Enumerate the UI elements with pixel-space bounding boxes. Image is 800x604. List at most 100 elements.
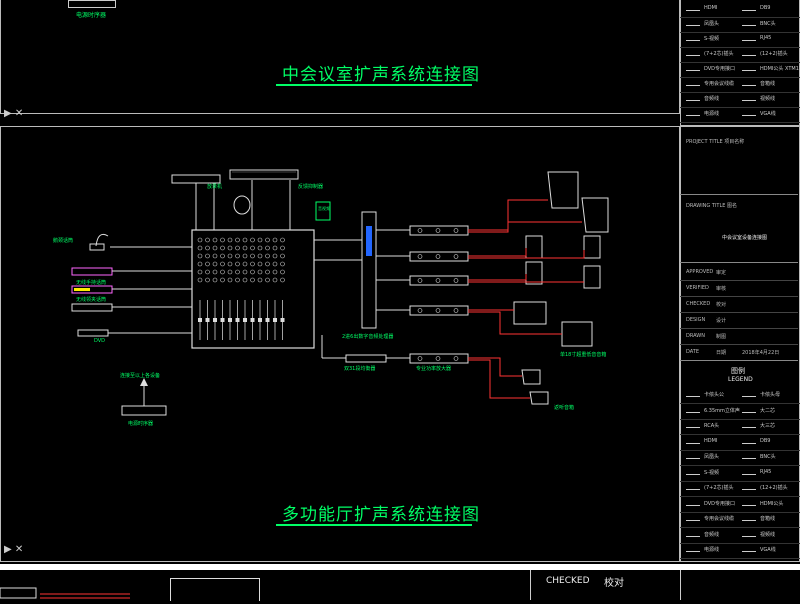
mixer-knob-icon bbox=[227, 269, 233, 275]
title-block-rows: APPROVED 审定 VERIFIED 审核 CHECKED 校对 DESIGN 设计 DRA… bbox=[680, 264, 798, 361]
legend-right-text: (12+2)插头 bbox=[760, 51, 788, 57]
label-feedback: 反馈抑制器 bbox=[298, 184, 324, 190]
amplifier-knob-icon bbox=[417, 254, 423, 259]
headphone-icon bbox=[233, 195, 251, 215]
main-section-title: 多功能厅扩声系统连接图 bbox=[282, 505, 480, 525]
title-block-row: VERIFIED 审核 bbox=[680, 280, 798, 297]
mixer-knob-icon bbox=[205, 261, 210, 267]
mixer-knob-icon bbox=[197, 261, 203, 267]
label-player: 放录机 bbox=[207, 184, 223, 190]
legend-right-text: (12+2)插头 bbox=[760, 485, 788, 491]
mixer-fader-cap bbox=[243, 318, 247, 322]
mixer-fader-cap bbox=[265, 318, 270, 322]
main-speaker-right bbox=[581, 197, 609, 233]
mixer-knob-icon bbox=[235, 245, 240, 251]
title-block-row-zh: 设计 bbox=[716, 318, 727, 324]
mixer-knob-icon bbox=[242, 237, 248, 243]
mixer-knob-icon bbox=[242, 277, 248, 283]
legend-right-text: HDMI公头 bbox=[760, 500, 784, 507]
mixer-knob-icon bbox=[272, 269, 278, 275]
amplifier-knob-icon bbox=[453, 228, 459, 233]
amplifier-knob-icon bbox=[435, 278, 441, 283]
monitor-speaker-1 bbox=[521, 369, 541, 385]
legend-symbol-icon bbox=[742, 437, 756, 444]
label-amplifier: 专业功率放大器 bbox=[416, 366, 452, 372]
power-amplifier bbox=[409, 251, 469, 262]
mixer-knob-icon bbox=[257, 253, 263, 259]
legend-symbol-icon bbox=[742, 4, 756, 11]
mixer-faders bbox=[197, 237, 285, 340]
legend-right-text: BNC头 bbox=[760, 454, 776, 460]
title-block-row: DRAWN 制图 bbox=[680, 328, 798, 345]
mixer-fader-cap bbox=[250, 318, 255, 322]
legend-symbol-icon bbox=[742, 483, 756, 490]
mixer-console bbox=[191, 229, 315, 349]
power-sequencer bbox=[121, 405, 167, 416]
legend-symbol-icon bbox=[686, 79, 700, 86]
legend-symbol-icon bbox=[742, 530, 756, 537]
label-processor: 2进6出数字音频处理器 bbox=[342, 334, 394, 340]
mixer-knob-icon bbox=[280, 245, 285, 251]
legend-right-text: DB9 bbox=[760, 5, 771, 11]
mixer-knob-icon bbox=[197, 245, 203, 251]
legend-symbol-icon bbox=[742, 79, 756, 86]
title-block-row: DESIGN 设计 bbox=[680, 312, 798, 329]
legend-left-text: RCA头 bbox=[704, 423, 720, 429]
legend-right-text: 卡侬头母 bbox=[760, 392, 781, 398]
legend-left-text: 专用会议线缆 bbox=[704, 81, 735, 87]
title-block-row-zh: 日期 bbox=[716, 350, 727, 356]
legend-symbol-icon bbox=[686, 530, 700, 537]
legend-right-text: DB9 bbox=[760, 437, 771, 444]
legend-symbol-icon bbox=[742, 64, 756, 71]
mixer-knob-icon bbox=[227, 261, 233, 267]
title-block-row: APPROVED 审定 bbox=[680, 264, 798, 281]
mixer-knob-icon bbox=[212, 253, 218, 259]
top-axis-icon: ▶ ✕ bbox=[4, 108, 24, 119]
label-monitor: 返听音箱 bbox=[554, 405, 575, 411]
legend-left-text: DVD专用接口 bbox=[704, 66, 736, 72]
legend-title-en: LEGEND bbox=[728, 376, 753, 383]
legend-symbol-icon bbox=[742, 499, 756, 506]
subwoofer-2 bbox=[561, 321, 593, 347]
mixer-fader-cap bbox=[213, 318, 217, 322]
mixer-knob-icon bbox=[220, 237, 225, 243]
mixer-knob-icon bbox=[235, 253, 240, 259]
bottom-checked-en: CHECKED bbox=[546, 576, 590, 586]
legend-symbol-icon bbox=[686, 514, 700, 521]
legend-right-text: 音箱线 bbox=[760, 81, 776, 87]
legend-left-text: 音频线 bbox=[704, 96, 720, 102]
mixer-knob-icon bbox=[250, 237, 255, 243]
amplifier-knob-icon bbox=[435, 356, 441, 361]
legend-left-text: DVD专用接口 bbox=[704, 500, 736, 507]
amplifier-knob-icon bbox=[417, 308, 423, 313]
amplifier-knob-icon bbox=[453, 278, 459, 283]
mixer-knob-icon bbox=[265, 253, 270, 259]
monitor-speaker-2 bbox=[529, 391, 549, 405]
mixer-knob-icon bbox=[265, 269, 270, 275]
power-amplifier bbox=[409, 353, 469, 364]
amplifier-knob-icon bbox=[453, 308, 459, 313]
legend-right-text: BNC头 bbox=[760, 21, 776, 27]
label-wireless-hand: 无线手持话筒 bbox=[76, 280, 107, 286]
title-block-row: DATE 日期 2018年4月22日 bbox=[680, 344, 798, 361]
bottom-strip-rack bbox=[170, 578, 260, 601]
legend-symbol-icon bbox=[742, 452, 756, 459]
legend-left-text: 音频线 bbox=[704, 531, 720, 538]
mixer-knob-icon bbox=[212, 237, 218, 243]
legend-right-text: 音箱线 bbox=[760, 516, 776, 522]
mixer-knob-icon bbox=[242, 269, 248, 275]
title-block-row-zh: 校对 bbox=[716, 302, 727, 308]
bottom-checked-zh: 校对 bbox=[604, 578, 624, 589]
mixer-fader-cap bbox=[280, 318, 285, 322]
legend-symbol-icon bbox=[686, 452, 700, 459]
mixer-fader-cap bbox=[258, 318, 262, 322]
mixer-knob-icon bbox=[257, 277, 263, 283]
mixer-fader-cap bbox=[198, 318, 202, 322]
main-speaker-left bbox=[547, 171, 579, 209]
mixer-knob-icon bbox=[220, 277, 225, 283]
subwoofer-1 bbox=[513, 301, 547, 325]
wireless-lapel-inner bbox=[74, 288, 90, 291]
label-wireless-lapel: 无线领夹话筒 bbox=[76, 297, 107, 303]
mixer-knob-icon bbox=[280, 269, 285, 275]
legend-symbol-icon bbox=[742, 468, 756, 475]
